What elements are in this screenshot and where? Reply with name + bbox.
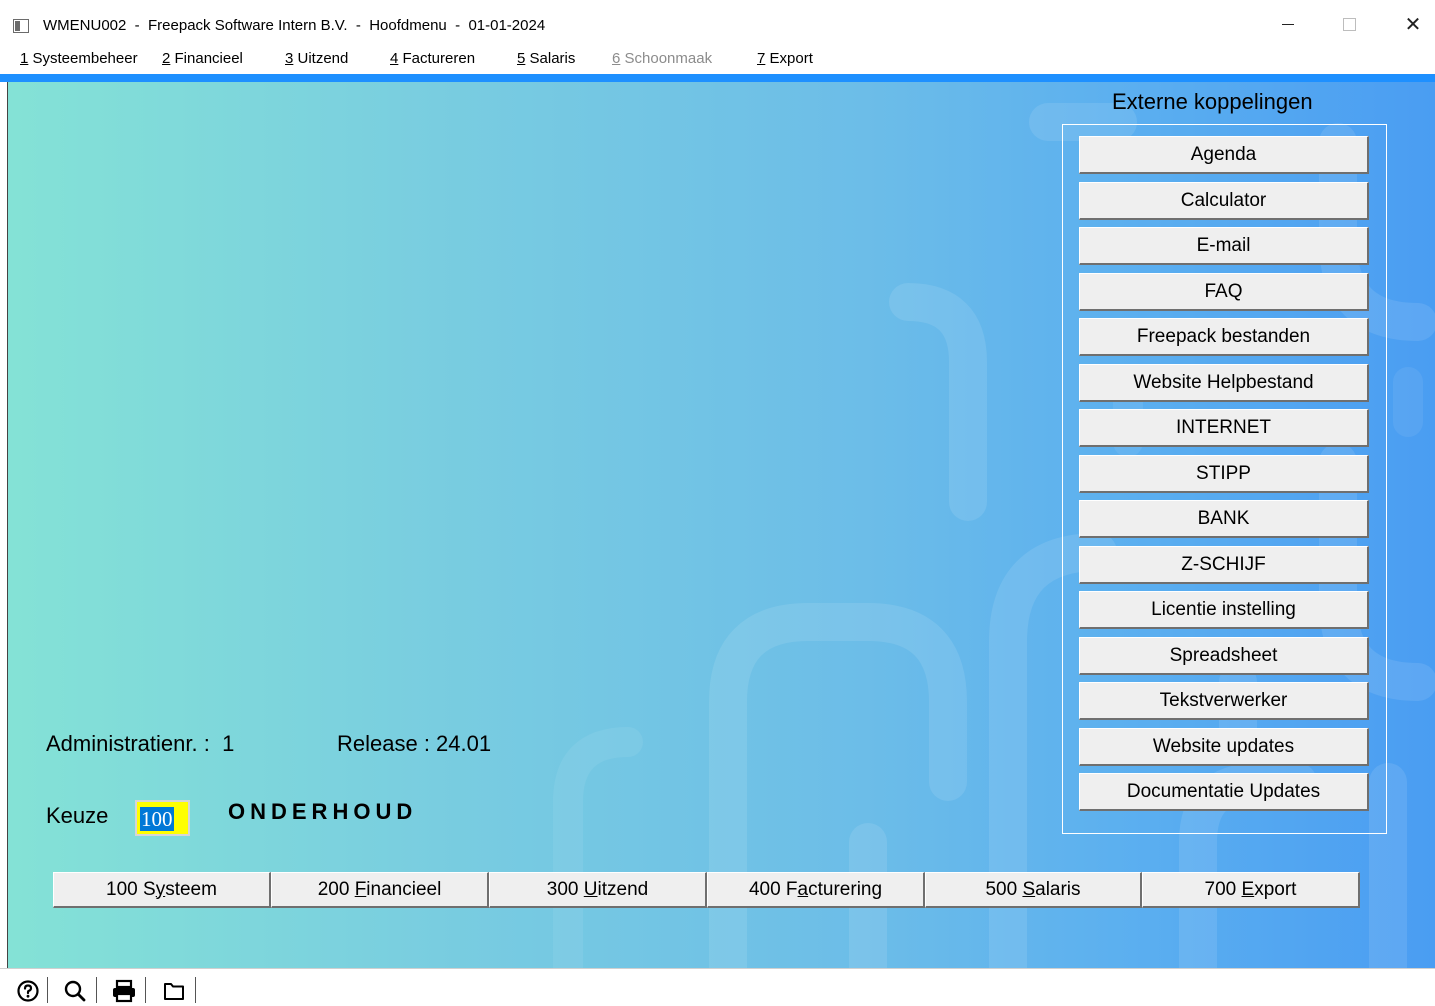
- administration-number: Administratienr. : 1: [46, 731, 235, 756]
- calculator-button[interactable]: Calculator: [1079, 182, 1369, 220]
- button-accelerator: S: [1022, 878, 1036, 900]
- facturering-button[interactable]: 400 Fa cturering: [707, 872, 925, 908]
- menu-systeembeheer[interactable]: 1 Systeembeheer: [20, 50, 138, 67]
- button-label: 700: [1204, 878, 1242, 900]
- stipp-button[interactable]: STIPP: [1079, 455, 1369, 493]
- systeem-button[interactable]: 100 Sy steem: [53, 872, 271, 908]
- salaris-button[interactable]: 500 Salaris: [925, 872, 1142, 908]
- search-icon[interactable]: [61, 977, 89, 1005]
- menu-salaris[interactable]: 5 Salaris: [517, 50, 575, 67]
- website-updates-button[interactable]: Website updates: [1079, 728, 1369, 766]
- export-button[interactable]: 700 Export: [1142, 872, 1360, 908]
- menu-label: Schoonmaak: [620, 50, 713, 67]
- print-icon[interactable]: [110, 977, 138, 1005]
- email-button[interactable]: E-mail: [1079, 227, 1369, 265]
- agenda-button[interactable]: Agenda: [1079, 136, 1369, 174]
- menu-financieel[interactable]: 2 Financieel: [162, 50, 243, 67]
- maximize-icon: [1342, 17, 1356, 31]
- toolbar-separator: [96, 977, 97, 1003]
- toolbar-separator: [47, 977, 48, 1003]
- button-accelerator: y: [155, 878, 166, 900]
- menu-schoonmaak[interactable]: 6 Schoonmaak: [612, 50, 712, 67]
- maximize-button[interactable]: [1326, 8, 1372, 40]
- documentatie-updates-button[interactable]: Documentatie Updates: [1079, 773, 1369, 811]
- close-icon: ✕: [1404, 13, 1422, 36]
- release-version: Release : 24.01: [337, 731, 492, 756]
- faq-button[interactable]: FAQ: [1079, 273, 1369, 311]
- menu-factureren[interactable]: 4 Factureren: [390, 50, 475, 67]
- financieel-button[interactable]: 200 Financieel: [271, 872, 489, 908]
- button-accelerator: F: [354, 878, 367, 900]
- keuze-description: ONDERHOUD: [228, 799, 418, 824]
- external-links-title: Externe koppelingen: [1112, 89, 1313, 114]
- app-icon[interactable]: [13, 19, 29, 33]
- tekstverwerker-button[interactable]: Tekstverwerker: [1079, 682, 1369, 720]
- bank-button[interactable]: BANK: [1079, 500, 1369, 538]
- button-label: 100 S: [106, 878, 156, 900]
- button-label: cturering: [808, 878, 883, 900]
- toolbar-separator: [195, 977, 196, 1003]
- title-bar: WMENU002 - Freepack Software Intern B.V.…: [0, 0, 1435, 40]
- button-label: 500: [985, 878, 1023, 900]
- menu-label: Financieel: [170, 50, 243, 67]
- help-icon[interactable]: [14, 977, 42, 1005]
- menu-uitzend[interactable]: 3 Uitzend: [285, 50, 348, 67]
- uitzend-button[interactable]: 300 Uitzend: [489, 872, 707, 908]
- menu-label: Factureren: [398, 50, 476, 67]
- main-left-border: [0, 82, 8, 968]
- button-label: 400 F: [748, 878, 798, 900]
- menu-label: Export: [765, 50, 813, 67]
- button-label: steem: [165, 878, 217, 900]
- menu-label: Systeembeheer: [28, 50, 138, 67]
- toolbar-separator: [145, 977, 146, 1003]
- button-label: alaris: [1035, 878, 1081, 900]
- keuze-input[interactable]: 100: [135, 800, 190, 836]
- button-accelerator: a: [797, 878, 809, 900]
- minimize-button[interactable]: [1265, 8, 1311, 40]
- button-accelerator: E: [1241, 878, 1255, 900]
- button-label: xport: [1254, 878, 1297, 900]
- internet-button[interactable]: INTERNET: [1079, 409, 1369, 447]
- z-schijf-button[interactable]: Z-SCHIJF: [1079, 546, 1369, 584]
- button-label: 200: [317, 878, 355, 900]
- button-accelerator: U: [583, 878, 598, 900]
- menu-label: Salaris: [525, 50, 576, 67]
- button-label: itzend: [597, 878, 649, 900]
- accent-bar: [0, 74, 1435, 82]
- keuze-label: Keuze: [46, 803, 109, 828]
- status-bar: [0, 968, 1435, 1006]
- close-button[interactable]: ✕: [1390, 8, 1435, 40]
- licentie-instelling-button[interactable]: Licentie instelling: [1079, 591, 1369, 629]
- menu-export[interactable]: 7 Export: [757, 50, 813, 67]
- button-label: 300: [546, 878, 584, 900]
- keuze-value: 100: [140, 807, 174, 831]
- menu-label: Uitzend: [293, 50, 349, 67]
- minimize-icon: [1282, 23, 1294, 25]
- menu-bar: 1 Systeembeheer 2 Financieel 3 Uitzend 4…: [0, 44, 1435, 74]
- spreadsheet-button[interactable]: Spreadsheet: [1079, 637, 1369, 675]
- website-helpbestand-button[interactable]: Website Helpbestand: [1079, 364, 1369, 402]
- window-title: WMENU002 - Freepack Software Intern B.V.…: [43, 17, 546, 34]
- button-label: inancieel: [366, 878, 442, 900]
- folder-icon[interactable]: [160, 977, 188, 1005]
- freepack-bestanden-button[interactable]: Freepack bestanden: [1079, 318, 1369, 356]
